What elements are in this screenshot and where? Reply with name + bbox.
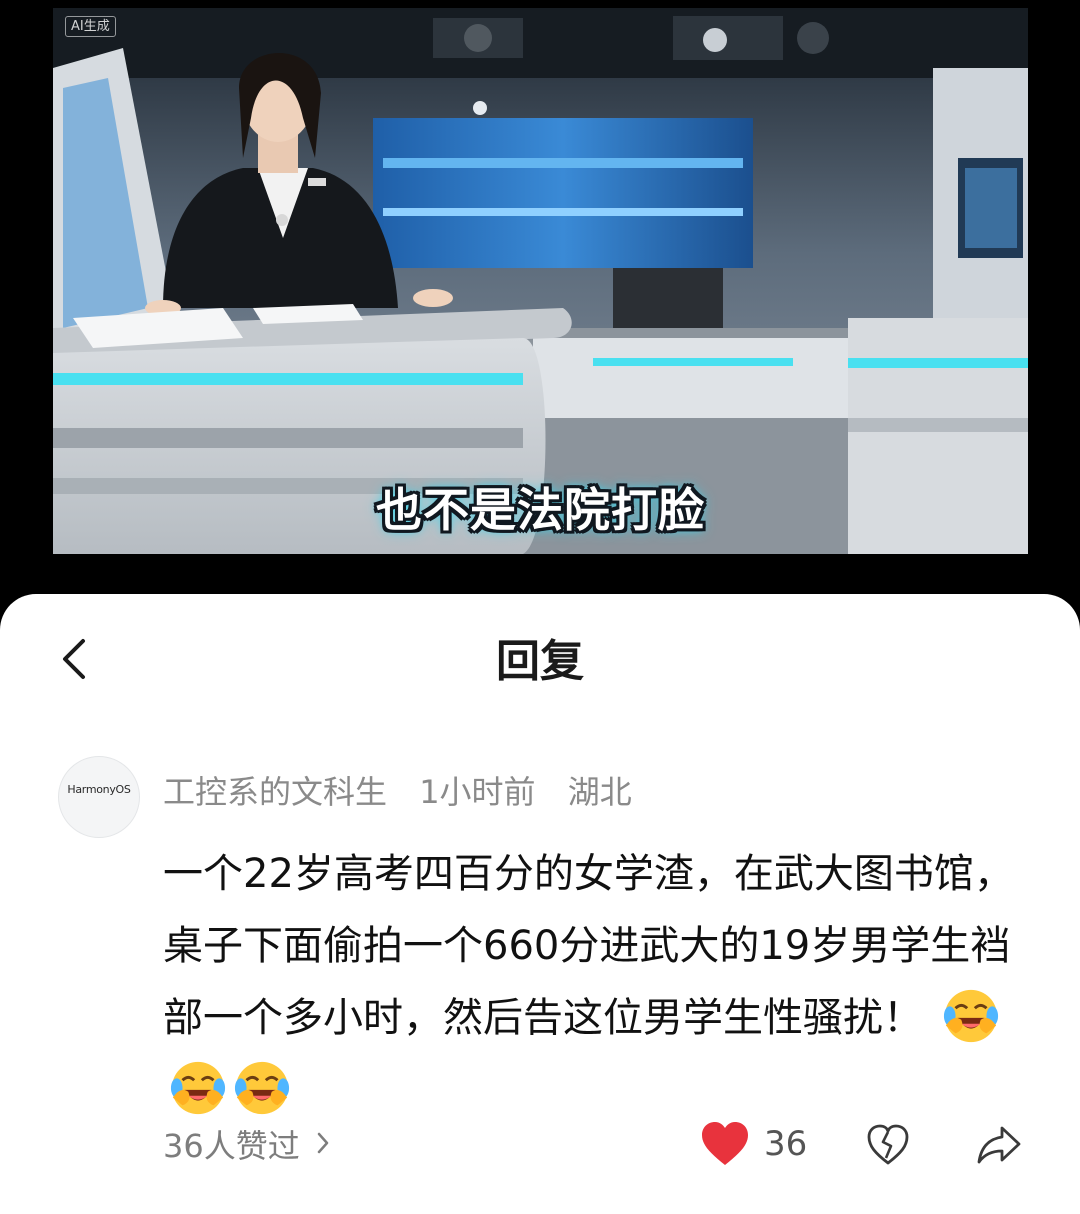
ai-generated-badge: AI生成 <box>65 16 116 37</box>
share-button[interactable] <box>976 1124 1022 1170</box>
video-subtitle: 也不是法院打脸 <box>376 483 705 537</box>
video-frame[interactable]: AI生成 也不是法院打脸 <box>53 8 1028 554</box>
laughing-crying-emoji-2 <box>170 1061 226 1115</box>
comment-text: 一个22岁高考四百分的女学渣，在武大图书馆，桌子下面偷拍一个660分进武大的19… <box>163 851 1014 1041</box>
video-area[interactable]: AI生成 也不是法院打脸 <box>0 0 1080 600</box>
laughing-crying-emoji-3 <box>234 1061 290 1115</box>
timestamp: 1小时前 <box>419 773 536 811</box>
username[interactable]: 工控系的文科生 <box>163 773 387 811</box>
likes-summary-text: 36人赞过 <box>163 1127 300 1165</box>
chevron-right-icon <box>317 1132 329 1154</box>
heart-icon <box>702 1122 748 1165</box>
location: 湖北 <box>567 773 632 811</box>
share-icon <box>977 1126 1021 1164</box>
dislike-button[interactable] <box>866 1124 910 1170</box>
likes-summary-link[interactable]: 36人赞过 <box>163 1124 330 1168</box>
like-count: 36 <box>764 1124 808 1164</box>
news-studio-scene <box>53 8 1028 554</box>
comment-meta: 工控系的文科生 1小时前 湖北 <box>163 770 654 814</box>
avatar[interactable]: HarmonyOS <box>58 756 140 838</box>
reply-sheet: 回复 HarmonyOS 工控系的文科生 1小时前 湖北 一个22岁高考四百分的… <box>0 594 1080 1214</box>
sheet-title: 回复 <box>496 636 584 687</box>
comment-body: 一个22岁高考四百分的女学渣，在武大图书馆，桌子下面偷拍一个660分进武大的19… <box>163 838 1033 1126</box>
laughing-crying-emoji-1 <box>943 989 998 1043</box>
like-button[interactable]: 36 <box>700 1121 807 1167</box>
broken-heart-icon <box>867 1124 909 1165</box>
avatar-logo-text: HarmonyOS <box>67 783 131 796</box>
